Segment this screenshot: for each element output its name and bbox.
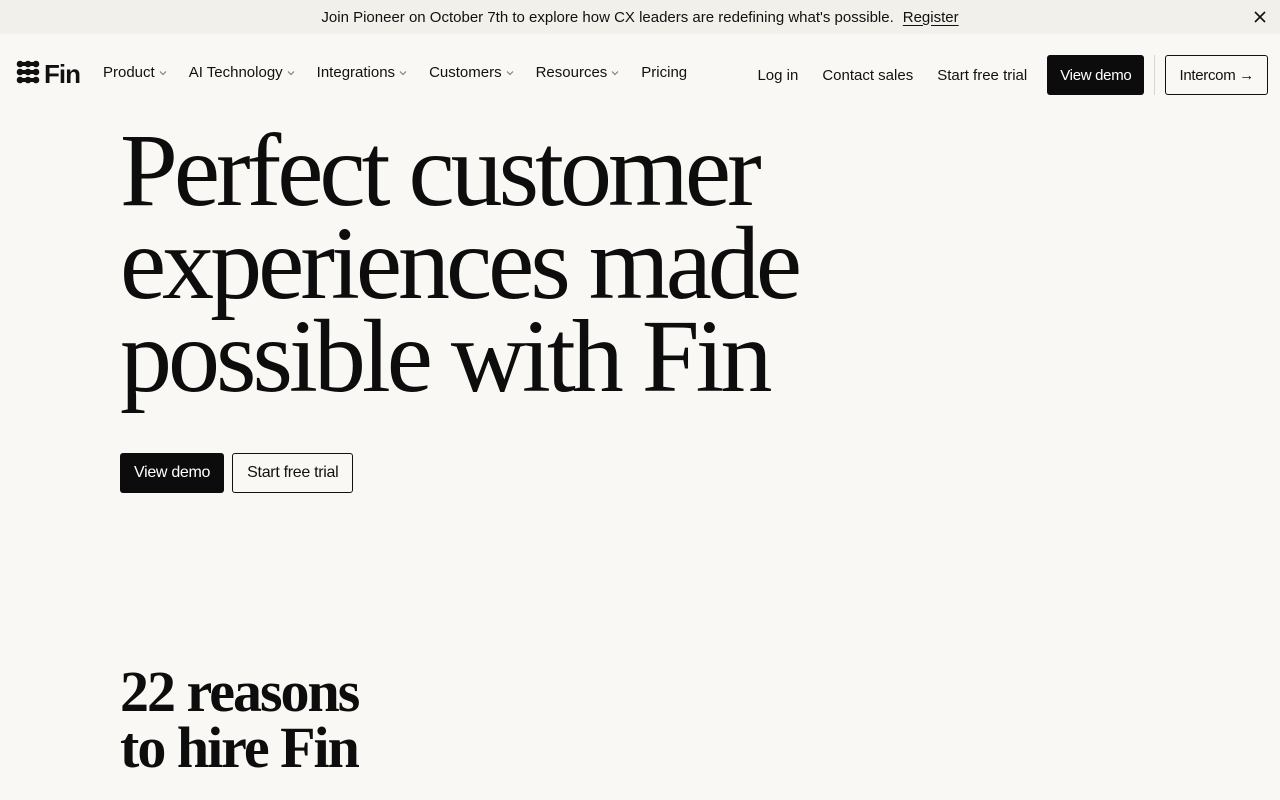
chevron-down-icon [287, 70, 295, 76]
hero-title-line: experiences made [120, 206, 802, 321]
logo-wordmark: Fin [44, 59, 81, 89]
intercom-button[interactable]: Intercom → [1165, 55, 1268, 95]
fin-logo[interactable]: Fin [16, 59, 81, 89]
chevron-down-icon [611, 70, 619, 76]
main-nav: Fin Product AI Technology Integrations C… [0, 34, 1280, 114]
menu-ai-technology[interactable]: AI Technology [189, 64, 295, 81]
fin-logo-icon [16, 60, 40, 89]
contact-sales-link[interactable]: Contact sales [822, 67, 913, 84]
menu-label: Integrations [316, 64, 396, 81]
reasons-heading-line: to hire Fin [120, 715, 360, 780]
hero-start-trial-button[interactable]: Start free trial [232, 453, 354, 493]
view-demo-button[interactable]: View demo [1047, 55, 1145, 95]
hero-actions: View demo Start free trial [120, 453, 354, 493]
login-link[interactable]: Log in [757, 67, 798, 84]
menu-label: Pricing [641, 64, 688, 81]
menu-resources[interactable]: Resources [536, 64, 620, 81]
nav-divider [1154, 55, 1156, 95]
menu-pricing[interactable]: Pricing [641, 64, 687, 81]
reasons-heading-line: 22 reasons [120, 659, 360, 724]
hero-title-line: Perfect customer [120, 113, 762, 228]
chevron-down-icon [159, 70, 167, 76]
close-icon[interactable] [1250, 7, 1270, 27]
menu-integrations[interactable]: Integrations [317, 64, 407, 81]
announcement-bar: Join Pioneer on October 7th to explore h… [0, 0, 1280, 34]
menu-label: Product [103, 64, 155, 81]
hero-title-line: possible with Fin [120, 299, 773, 414]
menu-customers[interactable]: Customers [429, 64, 514, 81]
start-trial-link[interactable]: Start free trial [937, 67, 1027, 84]
reasons-heading: 22 reasons to hire Fin [120, 659, 360, 780]
primary-menu: Product AI Technology Integrations Custo… [103, 64, 709, 81]
chevron-down-icon [399, 70, 407, 76]
menu-product[interactable]: Product [103, 64, 167, 81]
announcement-message: Join Pioneer on October 7th to explore h… [321, 8, 894, 26]
chevron-down-icon [506, 70, 514, 76]
menu-label: Resources [535, 64, 608, 81]
menu-label: Customers [429, 64, 502, 81]
hero-view-demo-button[interactable]: View demo [120, 453, 225, 493]
register-link[interactable]: Register [903, 9, 959, 26]
menu-label: AI Technology [188, 64, 283, 81]
hero-title: Perfect customer experiences made possib… [120, 113, 1020, 414]
nav-actions: Log in Contact sales Start free trial Vi… [757, 55, 1268, 95]
